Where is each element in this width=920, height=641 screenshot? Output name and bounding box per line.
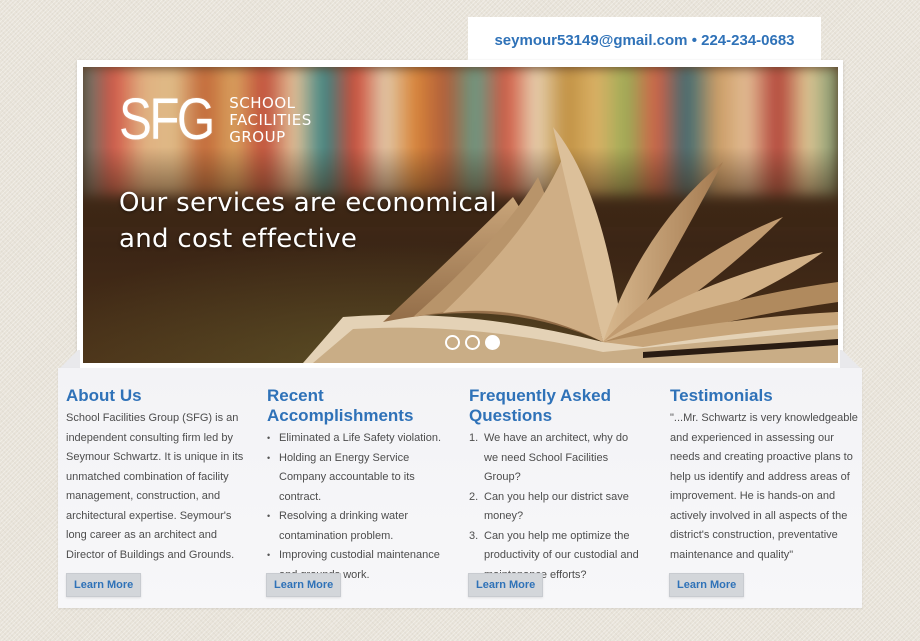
panel-fold-right <box>840 350 862 368</box>
faq-list: 1. We have an architect, why do we need S… <box>469 429 639 585</box>
testimonials-learn-more-button[interactable]: Learn More <box>669 573 745 597</box>
faq-learn-more-button[interactable]: Learn More <box>468 573 544 597</box>
faq-question: We have an architect, why do we need Sch… <box>484 432 629 483</box>
logo-line: SCHOOL <box>229 93 296 112</box>
tagline-line: and cost effective <box>119 224 358 254</box>
slide-dot-2[interactable] <box>465 335 480 350</box>
faq-number: 3. <box>469 529 479 542</box>
faq-number: 1. <box>469 432 479 444</box>
hero-image: SFG SCHOOL FACILITIES GROUP Our services… <box>83 67 838 363</box>
info-panel: About Us School Facilities Group (SFG) i… <box>58 368 862 608</box>
tagline-line: Our services are economical <box>119 188 497 218</box>
faq-item[interactable]: 2. Can you help our district save money? <box>469 488 639 527</box>
faq-number: 2. <box>469 490 479 503</box>
testimonials-title: Testimonials <box>670 386 773 405</box>
faq-item[interactable]: 1. We have an architect, why do we need S… <box>469 429 639 488</box>
testimonial-quote: "...Mr. Schwartz is very knowledgeable a… <box>670 412 858 561</box>
accomplishments-list: Eliminated a Life Safety violation. Hold… <box>267 429 453 585</box>
logo-line: GROUP <box>229 127 286 146</box>
contact-info[interactable]: seymour53149@gmail.com • 224-234-0683 <box>494 32 794 49</box>
testimonials-section: Testimonials "...Mr. Schwartz is very kn… <box>670 386 860 565</box>
about-learn-more-button[interactable]: Learn More <box>66 573 142 597</box>
about-title: About Us <box>66 386 142 405</box>
accomplishments-title: Recent Accomplishments <box>267 386 414 425</box>
faq-section: Frequently Asked Questions 1. We have an … <box>469 386 659 585</box>
hero-tagline: Our services are economical and cost eff… <box>119 185 497 257</box>
faq-question: Can you help our district save money? <box>484 490 629 523</box>
hero-slider: SFG SCHOOL FACILITIES GROUP Our services… <box>77 60 843 368</box>
sfg-logo[interactable]: SFG SCHOOL FACILITIES GROUP <box>119 91 312 149</box>
slide-dot-1[interactable] <box>445 335 460 350</box>
accomplishments-learn-more-button[interactable]: Learn More <box>266 573 342 597</box>
panel-fold-left <box>58 350 80 368</box>
slider-pagination <box>445 335 500 350</box>
logo-mark: SFG <box>119 87 215 152</box>
about-body: School Facilities Group (SFG) is an inde… <box>66 412 244 561</box>
accomplishments-section: Recent Accomplishments Eliminated a Life… <box>267 386 457 585</box>
list-item: Eliminated a Life Safety violation. <box>267 429 453 449</box>
list-item: Resolving a drinking water contamination… <box>267 507 453 546</box>
logo-wordmark: SCHOOL FACILITIES GROUP <box>229 93 312 146</box>
list-item: Holding an Energy Service Company accoun… <box>267 449 453 508</box>
about-section: About Us School Facilities Group (SFG) i… <box>66 386 256 565</box>
logo-line: FACILITIES <box>229 110 312 129</box>
contact-bar: seymour53149@gmail.com • 224-234-0683 <box>468 17 821 63</box>
faq-title: Frequently Asked Questions <box>469 386 612 425</box>
slide-dot-3-active[interactable] <box>485 335 500 350</box>
